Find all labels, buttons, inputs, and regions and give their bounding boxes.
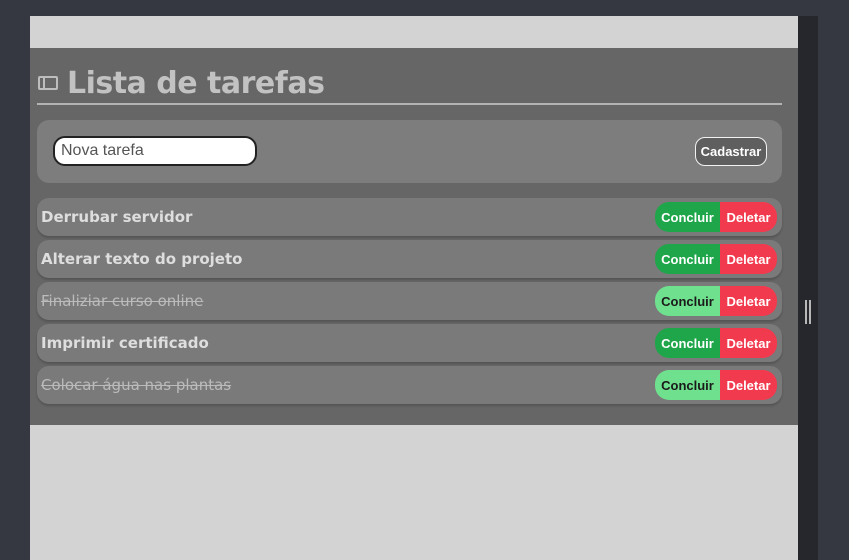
- complete-button[interactable]: Concluir: [655, 286, 720, 316]
- task-actions: Concluir Deletar: [655, 244, 777, 274]
- window-icon: [38, 76, 58, 90]
- complete-button[interactable]: Concluir: [655, 244, 720, 274]
- complete-button[interactable]: Concluir: [655, 202, 720, 232]
- task-text: Finaliziar curso online: [41, 292, 204, 310]
- delete-button[interactable]: Deletar: [720, 370, 777, 400]
- task-text: Derrubar servidor: [41, 208, 193, 226]
- task-item: Alterar texto do projeto Concluir Deleta…: [37, 240, 782, 278]
- delete-button[interactable]: Deletar: [720, 202, 777, 232]
- task-item: Imprimir certificado Concluir Deletar: [37, 324, 782, 362]
- complete-button[interactable]: Concluir: [655, 328, 720, 358]
- task-actions: Concluir Deletar: [655, 370, 777, 400]
- resize-handle[interactable]: [805, 300, 811, 324]
- task-item: Derrubar servidor Concluir Deletar: [37, 198, 782, 236]
- delete-button[interactable]: Deletar: [720, 286, 777, 316]
- task-list: Derrubar servidor Concluir Deletar Alter…: [37, 198, 782, 408]
- new-task-form: Cadastrar: [37, 120, 782, 183]
- task-actions: Concluir Deletar: [655, 286, 777, 316]
- complete-button[interactable]: Concluir: [655, 370, 720, 400]
- task-actions: Concluir Deletar: [655, 202, 777, 232]
- task-text: Alterar texto do projeto: [41, 250, 243, 268]
- register-button[interactable]: Cadastrar: [695, 137, 767, 166]
- delete-button[interactable]: Deletar: [720, 328, 777, 358]
- todo-container: Lista de tarefas Cadastrar Derrubar serv…: [30, 48, 798, 425]
- task-text: Colocar água nas plantas: [41, 376, 232, 394]
- header: Lista de tarefas: [37, 63, 782, 105]
- task-actions: Concluir Deletar: [655, 328, 777, 358]
- task-text: Imprimir certificado: [41, 334, 209, 352]
- browser-viewport: Lista de tarefas Cadastrar Derrubar serv…: [30, 16, 798, 560]
- task-item: Finaliziar curso online Concluir Deletar: [37, 282, 782, 320]
- delete-button[interactable]: Deletar: [720, 244, 777, 274]
- task-item: Colocar água nas plantas Concluir Deleta…: [37, 366, 782, 404]
- devtools-divider: [798, 16, 818, 560]
- new-task-input[interactable]: [53, 136, 257, 166]
- page-title: Lista de tarefas: [67, 65, 325, 101]
